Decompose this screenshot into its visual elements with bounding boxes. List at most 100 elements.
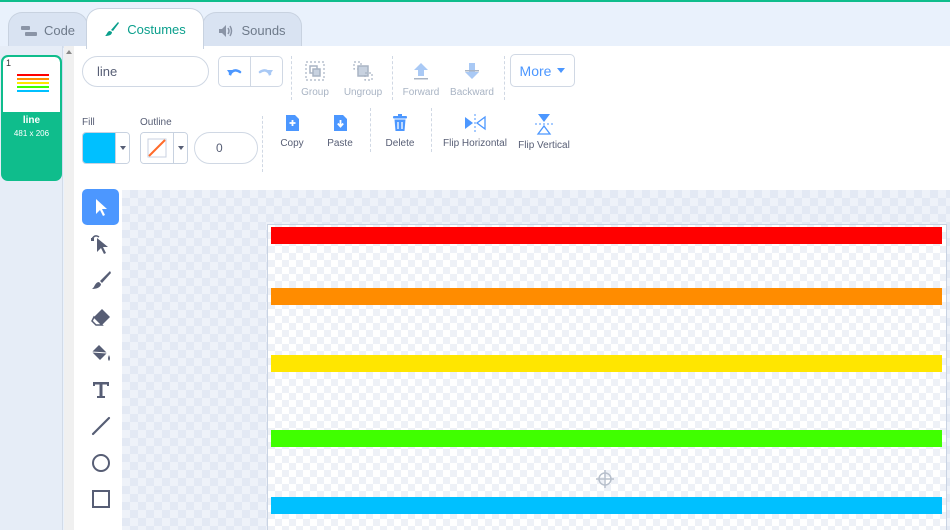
costume-name: line: [22, 115, 41, 126]
costume-item[interactable]: 1 line 481 x 206: [1, 55, 62, 181]
chevron-down-icon: [177, 146, 184, 150]
redo-icon: [259, 68, 274, 76]
line-tool[interactable]: [82, 408, 119, 444]
flip-vertical-button[interactable]: Flip Vertical: [516, 113, 572, 151]
tab-label: Costumes: [127, 21, 186, 37]
forward-label: Forward: [402, 87, 440, 98]
more-label: More: [519, 62, 552, 79]
costume-size: 481 x 206: [13, 129, 50, 138]
canvas-line-yellow[interactable]: [271, 355, 942, 372]
canvas-line-blue[interactable]: [271, 497, 942, 514]
canvas-line-orange[interactable]: [271, 288, 942, 305]
fill-bucket-icon: [91, 345, 110, 361]
paste-label: Paste: [327, 138, 353, 149]
more-button[interactable]: More: [510, 54, 575, 87]
paint-editor: line Group Ungroup Forward Backward More…: [74, 46, 950, 530]
toolbar-separator: [431, 108, 432, 152]
select-tool[interactable]: [82, 189, 119, 225]
scroll-up-arrow-icon[interactable]: [66, 50, 72, 54]
thumb-line: [17, 78, 49, 80]
fill-color-picker[interactable]: [82, 132, 130, 164]
paste-button[interactable]: Paste: [324, 113, 356, 149]
tab-costumes[interactable]: Costumes: [86, 8, 204, 49]
code-icon: [20, 25, 37, 36]
circle-icon: [91, 454, 110, 472]
line-icon: [91, 416, 110, 436]
text-tool[interactable]: [82, 372, 119, 408]
brush-icon: [91, 271, 111, 289]
paste-icon: [334, 115, 347, 131]
artboard[interactable]: [267, 224, 947, 530]
canvas-line-red[interactable]: [271, 227, 942, 244]
costume-thumbnail: 1: [3, 57, 60, 112]
copy-icon: [286, 115, 299, 131]
paint-canvas[interactable]: [122, 190, 950, 530]
tab-label: Sounds: [241, 23, 286, 38]
circle-tool[interactable]: [82, 445, 119, 481]
redo-button[interactable]: [251, 57, 282, 86]
canvas-line-green[interactable]: [271, 430, 942, 447]
tab-sounds[interactable]: Sounds: [202, 12, 302, 48]
group-icon: [305, 61, 325, 81]
rectangle-tool[interactable]: [82, 481, 119, 517]
costume-list-scrollbar[interactable]: [64, 46, 74, 530]
flip-horizontal-icon: [465, 114, 486, 132]
arrow-down-icon: [465, 63, 479, 79]
toolbar-separator: [504, 56, 505, 100]
toolbar-separator: [291, 56, 292, 100]
reshape-tool[interactable]: [82, 226, 119, 262]
costume-number: 1: [6, 58, 12, 68]
thumb-line: [17, 90, 49, 92]
outline-color-picker[interactable]: [140, 132, 188, 164]
group-button[interactable]: Group: [300, 60, 330, 98]
copy-button[interactable]: Copy: [277, 113, 307, 149]
fill-dropdown[interactable]: [115, 133, 129, 163]
brush-tool[interactable]: [82, 262, 119, 298]
thumb-line: [17, 86, 49, 88]
center-crosshair-icon: [596, 470, 614, 488]
flip-horizontal-button[interactable]: Flip Horizontal: [440, 113, 510, 149]
ungroup-button[interactable]: Ungroup: [342, 60, 384, 98]
editor-tabs: Code Costumes Sounds: [0, 2, 950, 49]
outline-label: Outline: [140, 117, 172, 128]
eraser-tool[interactable]: [82, 299, 119, 335]
arrow-up-icon: [414, 63, 428, 80]
tab-label: Code: [43, 23, 76, 38]
reshape-icon: [90, 235, 108, 254]
ungroup-label: Ungroup: [343, 87, 383, 98]
delete-label: Delete: [385, 138, 415, 149]
group-label: Group: [301, 87, 329, 98]
backward-label: Backward: [450, 87, 494, 98]
outline-swatch[interactable]: [141, 133, 173, 163]
tab-code[interactable]: Code: [8, 12, 88, 48]
outline-width-input[interactable]: 0: [194, 132, 258, 164]
flip-vertical-icon: [535, 114, 553, 135]
outline-dropdown[interactable]: [173, 133, 187, 163]
no-color-icon: [147, 138, 167, 158]
delete-button[interactable]: Delete: [384, 113, 416, 149]
flip-vertical-label: Flip Vertical: [518, 140, 570, 151]
ungroup-icon: [353, 61, 373, 81]
thumb-line: [17, 74, 49, 76]
toolbar-separator: [370, 108, 371, 152]
flip-horizontal-label: Flip Horizontal: [443, 138, 507, 149]
toolbar-separator: [262, 116, 263, 172]
eraser-icon: [90, 309, 110, 326]
fill-swatch[interactable]: [83, 133, 115, 163]
fill-label: Fill: [82, 117, 95, 128]
backward-button[interactable]: Backward: [449, 60, 495, 98]
undo-button[interactable]: [219, 57, 251, 86]
costume-name-input[interactable]: line: [82, 56, 209, 87]
toolbar-separator: [392, 56, 393, 100]
undo-redo-group: [218, 56, 283, 87]
select-icon: [95, 199, 107, 216]
brush-icon: [105, 22, 120, 36]
text-icon: [92, 382, 109, 398]
copy-label: Copy: [280, 138, 304, 149]
chevron-down-icon: [557, 68, 566, 73]
forward-button[interactable]: Forward: [401, 60, 441, 98]
costume-list: 1 line 481 x 206: [0, 46, 63, 530]
fill-tool[interactable]: [82, 335, 119, 371]
chevron-down-icon: [119, 146, 126, 150]
thumb-line: [17, 82, 49, 84]
